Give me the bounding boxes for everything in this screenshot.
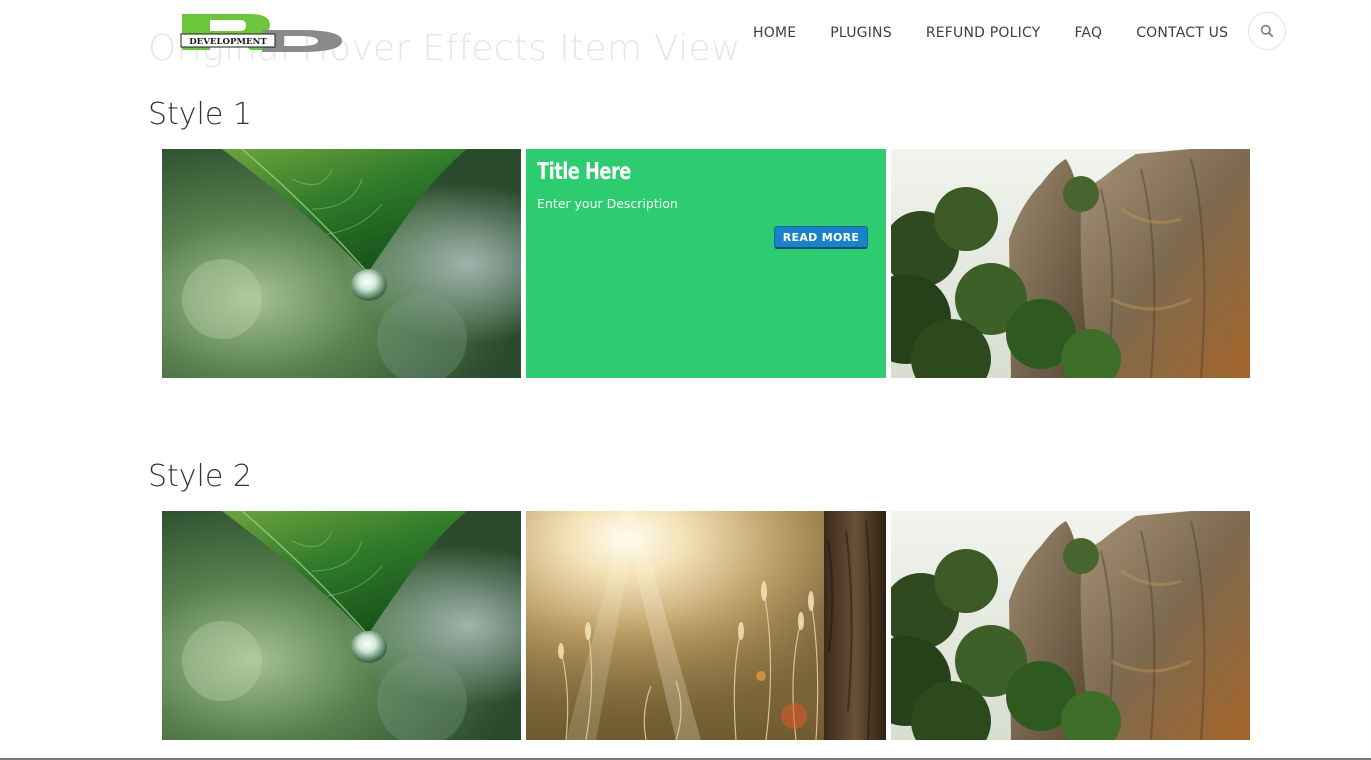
style2-title: Style 2 [148,459,252,494]
search-button[interactable] [1248,12,1286,50]
main-nav: HOME PLUGINS REFUND POLICY FAQ CONTACT U… [736,22,1245,44]
style2-meadow-image[interactable] [526,511,886,740]
style2-leaf-image[interactable] [162,511,521,740]
read-more-button[interactable]: READ MORE [774,226,868,249]
logo-banner-text: DEVELOPMENT [189,37,267,47]
style1-rocks-image[interactable] [891,149,1250,378]
nav-refund-policy[interactable]: REFUND POLICY [909,25,1058,41]
style1-leaf-image[interactable] [162,149,521,378]
nav-faq[interactable]: FAQ [1057,25,1119,41]
style2-rocks-image[interactable] [891,511,1250,740]
nav-contact-us[interactable]: CONTACT US [1119,25,1245,41]
style1-title: Style 1 [148,97,252,132]
nav-plugins[interactable]: PLUGINS [813,25,909,41]
hover-title: Title Here [537,159,631,185]
hover-description: Enter your Description [537,196,678,211]
style1-hover-panel[interactable]: Title Here Enter your Description READ M… [526,149,886,378]
nav-home[interactable]: HOME [736,25,813,41]
search-icon [1260,24,1274,38]
site-logo[interactable]: DEVELOPMENT [180,10,345,56]
